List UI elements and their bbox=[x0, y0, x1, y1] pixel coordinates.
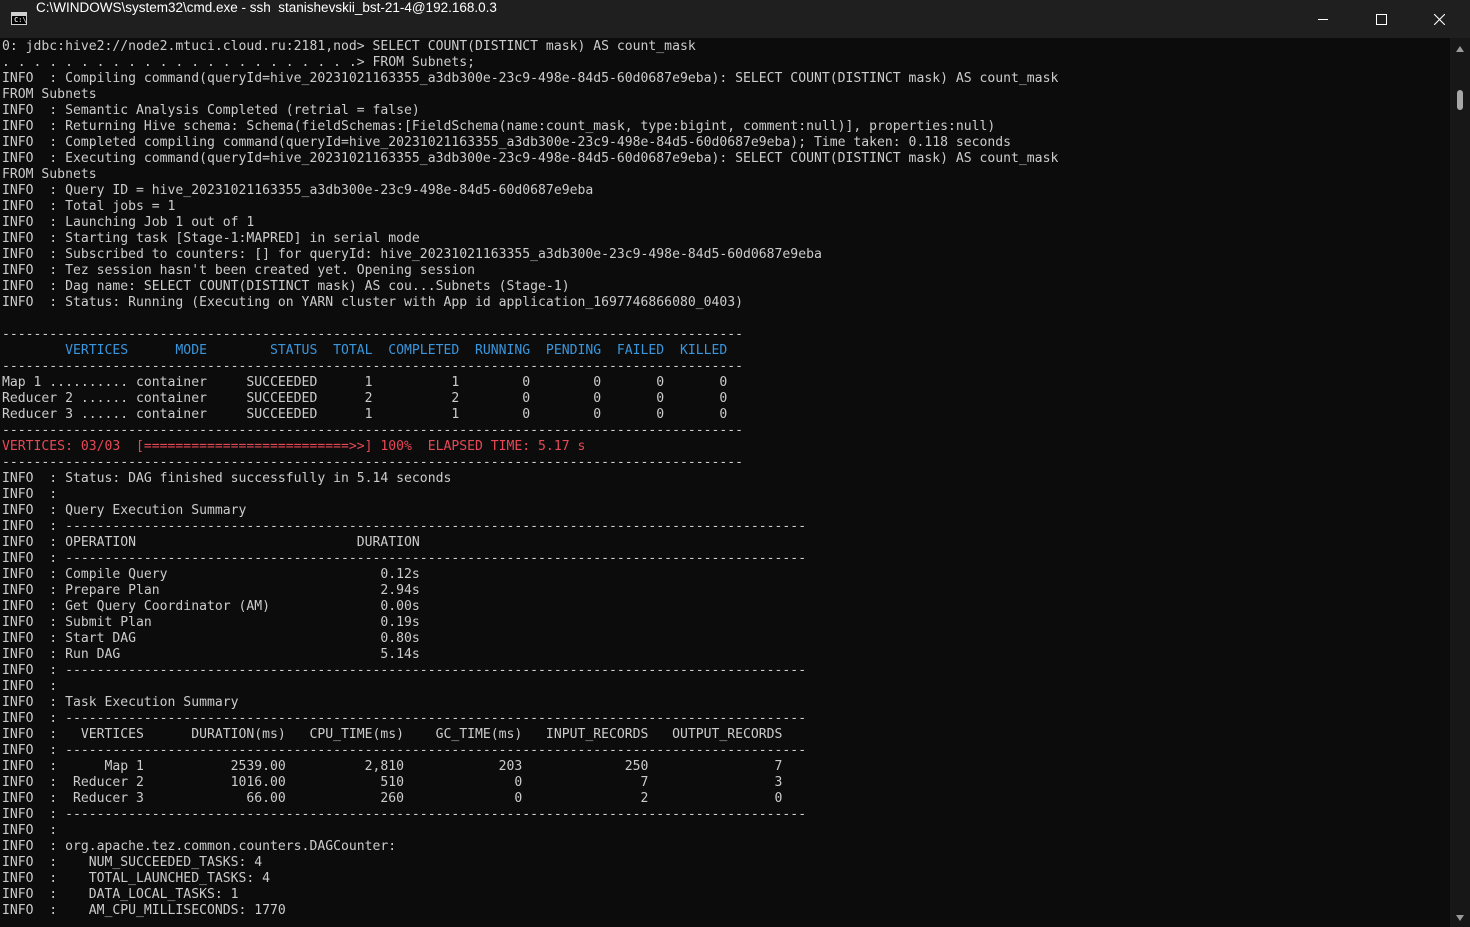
console-line: INFO : Run DAG 5.14s bbox=[2, 647, 420, 662]
console-output[interactable]: 0: jdbc:hive2://node2.mtuci.cloud.ru:218… bbox=[2, 39, 1448, 927]
console-line: INFO : Dag name: SELECT COUNT(DISTINCT m… bbox=[2, 279, 570, 294]
minimize-icon bbox=[1318, 19, 1328, 20]
console-line: INFO : org.apache.tez.common.counters.DA… bbox=[2, 839, 397, 854]
console-line: INFO : Reducer 2 1016.00 510 0 7 3 bbox=[2, 775, 783, 790]
console-line: INFO : Query Execution Summary bbox=[2, 503, 247, 518]
console-line: 0: jdbc:hive2://node2.mtuci.cloud.ru:218… bbox=[2, 39, 696, 54]
console-line: Reducer 3 ...... container SUCCEEDED 1 1… bbox=[2, 407, 728, 422]
close-icon bbox=[1433, 13, 1445, 25]
console-line: INFO : Submit Plan 0.19s bbox=[2, 615, 420, 630]
console-line: ----------------------------------------… bbox=[2, 423, 744, 438]
console-line: INFO : Returning Hive schema: Schema(fie… bbox=[2, 119, 996, 134]
console-line: INFO : Subscribed to counters: [] for qu… bbox=[2, 247, 822, 262]
console-line: ----------------------------------------… bbox=[2, 327, 744, 342]
console-line: INFO : Launching Job 1 out of 1 bbox=[2, 215, 255, 230]
minimize-button[interactable] bbox=[1294, 0, 1352, 38]
console-line: INFO : ---------------------------------… bbox=[2, 711, 807, 726]
window-title: C:\WINDOWS\system32\cmd.exe - ssh stanis… bbox=[36, 0, 497, 15]
console-line: INFO : AM_CPU_MILLISECONDS: 1770 bbox=[2, 903, 286, 918]
maximize-button[interactable] bbox=[1352, 0, 1410, 38]
console-line: INFO : ---------------------------------… bbox=[2, 743, 807, 758]
console-line: INFO : Reducer 3 66.00 260 0 2 0 bbox=[2, 791, 783, 806]
console-line: INFO : ---------------------------------… bbox=[2, 663, 807, 678]
console-line: INFO : Tez session hasn't been created y… bbox=[2, 263, 475, 278]
cmd-icon[interactable]: C:\ bbox=[11, 12, 27, 25]
console-line: INFO : Get Query Coordinator (AM) 0.00s bbox=[2, 599, 420, 614]
console-line: FROM Subnets bbox=[2, 87, 97, 102]
console-line: INFO : Compile Query 0.12s bbox=[2, 567, 420, 582]
console-line: INFO : Semantic Analysis Completed (retr… bbox=[2, 103, 420, 118]
maximize-icon bbox=[1375, 13, 1387, 25]
console-line: INFO : Starting task [Stage-1:MAPRED] in… bbox=[2, 231, 420, 246]
scrollbar-thumb[interactable] bbox=[1457, 90, 1463, 111]
console-line: INFO : Start DAG 0.80s bbox=[2, 631, 420, 646]
console-line: FROM Subnets bbox=[2, 167, 97, 182]
console-line: INFO : bbox=[2, 823, 58, 838]
console-line: INFO : bbox=[2, 679, 58, 694]
console-line: Map 1 .......... container SUCCEEDED 1 1… bbox=[2, 375, 728, 390]
close-button[interactable] bbox=[1410, 0, 1468, 38]
console-line: ----------------------------------------… bbox=[2, 359, 744, 374]
console-line: INFO : TOTAL_LAUNCHED_TASKS: 4 bbox=[2, 871, 271, 886]
console-line: INFO : ---------------------------------… bbox=[2, 807, 807, 822]
scroll-up-arrow-icon[interactable] bbox=[1456, 46, 1464, 52]
console-line: ----------------------------------------… bbox=[2, 455, 744, 470]
console-line: . . . . . . . . . . . . . . . . . . . . … bbox=[2, 55, 475, 70]
title-bar[interactable]: C:\ C:\WINDOWS\system32\cmd.exe - ssh st… bbox=[0, 0, 1470, 38]
console-line: INFO : Task Execution Summary bbox=[2, 695, 239, 710]
vertical-scrollbar[interactable] bbox=[1450, 38, 1470, 927]
console-line: VERTICES MODE STATUS TOTAL COMPLETED RUN… bbox=[2, 343, 728, 358]
console-line: INFO : VERTICES DURATION(ms) CPU_TIME(ms… bbox=[2, 727, 783, 742]
console-line: INFO : OPERATION DURATION bbox=[2, 535, 420, 550]
console-line: INFO : Completed compiling command(query… bbox=[2, 135, 1012, 150]
console-line: INFO : Compiling command(queryId=hive_20… bbox=[2, 71, 1059, 86]
console-line: INFO : Total jobs = 1 bbox=[2, 199, 176, 214]
console-line: VERTICES: 03/03 [=======================… bbox=[2, 439, 586, 454]
console-line: INFO : Prepare Plan 2.94s bbox=[2, 583, 420, 598]
console-line: INFO : bbox=[2, 487, 58, 502]
console-line: INFO : ---------------------------------… bbox=[2, 551, 807, 566]
console-line: Reducer 2 ...... container SUCCEEDED 2 2… bbox=[2, 391, 728, 406]
console-line: INFO : Status: DAG finished successfully… bbox=[2, 471, 452, 486]
console-line: INFO : Map 1 2539.00 2,810 203 250 7 bbox=[2, 759, 783, 774]
console-line: INFO : Status: Running (Executing on YAR… bbox=[2, 295, 744, 310]
console-line: INFO : DATA_LOCAL_TASKS: 1 bbox=[2, 887, 239, 902]
cmd-icon-text: C:\ bbox=[14, 16, 27, 24]
console-line: INFO : NUM_SUCCEEDED_TASKS: 4 bbox=[2, 855, 263, 870]
console-line: INFO : Executing command(queryId=hive_20… bbox=[2, 151, 1059, 166]
scroll-down-arrow-icon[interactable] bbox=[1456, 915, 1464, 921]
console-line: INFO : Query ID = hive_20231021163355_a3… bbox=[2, 183, 594, 198]
console-line: INFO : ---------------------------------… bbox=[2, 519, 807, 534]
